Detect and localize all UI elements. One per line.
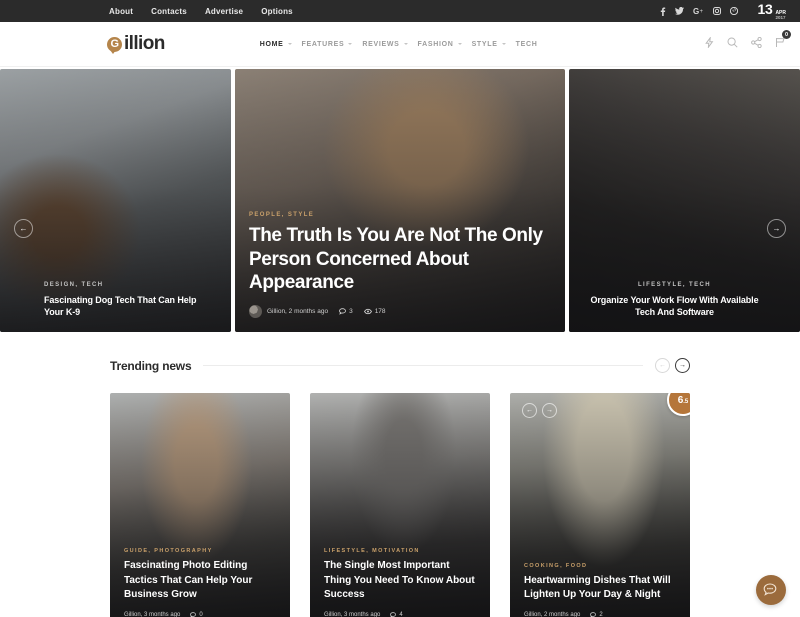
site-header: G illion HOME FEATURES REVIEWS FASHION S… bbox=[0, 22, 800, 67]
hero-slide-right[interactable]: → LIFESTYLE, TECH Organize Your Work Flo… bbox=[569, 69, 800, 332]
date-year: 2017 bbox=[775, 15, 786, 21]
hero-main-meta: Gillion, 2 months ago 3 178 bbox=[249, 305, 551, 318]
card-1-author: Gillion, 3 months ago bbox=[124, 612, 181, 617]
hero-prev-button[interactable]: ← bbox=[14, 218, 33, 238]
nav-item-tech[interactable]: TECH bbox=[507, 41, 547, 48]
card-2-meta: Gillion, 3 months ago 4 bbox=[324, 612, 476, 617]
hero-slide-main[interactable]: PEOPLE, STYLE The Truth Is You Are Not T… bbox=[235, 69, 565, 332]
trending-header: Trending news ← → bbox=[110, 358, 690, 373]
hero-main-category[interactable]: PEOPLE, STYLE bbox=[249, 212, 551, 218]
avatar bbox=[249, 305, 262, 318]
top-link-advertise[interactable]: Advertise bbox=[205, 7, 243, 16]
card-2-author: Gillion, 3 months ago bbox=[324, 612, 381, 617]
date-day: 13 bbox=[757, 0, 773, 17]
trending-card[interactable]: GUIDE, PHOTOGRAPHY Fascinating Photo Edi… bbox=[110, 393, 290, 617]
trending-card[interactable]: 6.5 ← → COOKING, FOOD Heartwarming Dishe… bbox=[510, 393, 690, 617]
divider bbox=[203, 365, 643, 366]
trending-prev-button[interactable]: ← bbox=[655, 358, 670, 373]
header-actions: 0 bbox=[705, 30, 791, 53]
hero-main-title[interactable]: The Truth Is You Are Not The Only Person… bbox=[249, 224, 551, 294]
pinterest-icon[interactable] bbox=[730, 7, 739, 15]
hero-left-title[interactable]: Fascinating Dog Tech That Can Help Your … bbox=[44, 294, 217, 318]
trending-next-button[interactable]: → bbox=[675, 358, 690, 373]
card-1-comments: 0 bbox=[190, 612, 203, 617]
card-1-meta: Gillion, 3 months ago 0 bbox=[124, 612, 276, 617]
nav-item-style[interactable]: STYLE bbox=[463, 41, 507, 48]
comment-icon bbox=[339, 308, 346, 315]
card-2-category[interactable]: LIFESTYLE, MOTIVATION bbox=[324, 548, 476, 554]
top-link-about[interactable]: About bbox=[109, 7, 133, 16]
card-3-comments: 2 bbox=[590, 612, 603, 617]
nav-item-features[interactable]: FEATURES bbox=[293, 41, 354, 48]
search-icon[interactable] bbox=[727, 35, 738, 53]
card-3-prev-button[interactable]: ← bbox=[522, 403, 537, 418]
trending-carousel-nav: ← → bbox=[655, 358, 690, 373]
share-icon[interactable] bbox=[751, 35, 762, 53]
comment-icon bbox=[390, 612, 397, 617]
card-2-comments: 4 bbox=[390, 612, 403, 617]
hero-main-comments: 3 bbox=[339, 308, 353, 315]
trending-card-list: GUIDE, PHOTOGRAPHY Fascinating Photo Edi… bbox=[110, 393, 690, 617]
eye-icon bbox=[363, 308, 372, 315]
twitter-icon[interactable] bbox=[675, 7, 685, 15]
cart-icon[interactable]: 0 bbox=[775, 30, 791, 53]
hero-left-category[interactable]: DESIGN, TECH bbox=[44, 282, 217, 288]
card-3-author: Gillion, 2 months ago bbox=[524, 612, 581, 617]
cart-count-badge: 0 bbox=[782, 30, 791, 39]
section-title: Trending news bbox=[110, 358, 192, 373]
card-1-title[interactable]: Fascinating Photo Editing Tactics That C… bbox=[124, 559, 276, 602]
hero-slide-left[interactable]: ← DESIGN, TECH Fascinating Dog Tech That… bbox=[0, 69, 231, 332]
top-bar-links: About Contacts Advertise Options bbox=[109, 7, 293, 16]
hero-main-author: Gillion, 2 months ago bbox=[267, 308, 329, 315]
card-3-meta: Gillion, 2 months ago 2 bbox=[524, 612, 676, 617]
main-navigation: HOME FEATURES REVIEWS FASHION STYLE TECH bbox=[251, 41, 547, 48]
card-3-category[interactable]: COOKING, FOOD bbox=[524, 563, 676, 569]
hero-slider: ← DESIGN, TECH Fascinating Dog Tech That… bbox=[0, 67, 800, 332]
card-3-carousel-nav: ← → bbox=[522, 403, 557, 418]
utility-top-bar: About Contacts Advertise Options G + 13 A… bbox=[0, 0, 800, 22]
google-plus-icon[interactable]: G + bbox=[693, 7, 704, 15]
instagram-icon[interactable] bbox=[713, 7, 722, 15]
card-2-title[interactable]: The Single Most Important Thing You Need… bbox=[324, 559, 476, 602]
site-logo[interactable]: G illion bbox=[107, 33, 165, 55]
comment-icon bbox=[190, 612, 197, 617]
hero-right-title[interactable]: Organize Your Work Flow With Available T… bbox=[583, 294, 766, 318]
logo-mark-icon: G bbox=[107, 36, 122, 54]
flash-icon[interactable] bbox=[705, 35, 714, 53]
card-3-next-button[interactable]: → bbox=[542, 403, 557, 418]
top-bar-right: G + 13 APR 2017 bbox=[660, 1, 786, 21]
top-link-contacts[interactable]: Contacts bbox=[151, 7, 187, 16]
chat-bubble-icon[interactable] bbox=[756, 575, 786, 605]
facebook-icon[interactable] bbox=[660, 7, 666, 16]
hero-right-category[interactable]: LIFESTYLE, TECH bbox=[583, 282, 766, 288]
card-3-title[interactable]: Heartwarming Dishes That Will Lighten Up… bbox=[524, 574, 676, 602]
hero-next-button[interactable]: → bbox=[767, 218, 786, 238]
current-date: 13 APR 2017 bbox=[757, 1, 786, 21]
trending-card[interactable]: LIFESTYLE, MOTIVATION The Single Most Im… bbox=[310, 393, 490, 617]
nav-item-home[interactable]: HOME bbox=[251, 41, 293, 48]
trending-news-section: Trending news ← → GUIDE, PHOTOGRAPHY Fas… bbox=[0, 332, 800, 617]
comment-icon bbox=[590, 612, 597, 617]
nav-item-fashion[interactable]: FASHION bbox=[409, 41, 463, 48]
nav-item-reviews[interactable]: REVIEWS bbox=[353, 41, 408, 48]
svg-text:+: + bbox=[700, 9, 704, 15]
svg-text:G: G bbox=[693, 7, 699, 15]
logo-text: illion bbox=[124, 33, 165, 54]
hero-main-views: 178 bbox=[363, 308, 386, 315]
top-link-options[interactable]: Options bbox=[261, 7, 293, 16]
card-1-category[interactable]: GUIDE, PHOTOGRAPHY bbox=[124, 548, 276, 554]
